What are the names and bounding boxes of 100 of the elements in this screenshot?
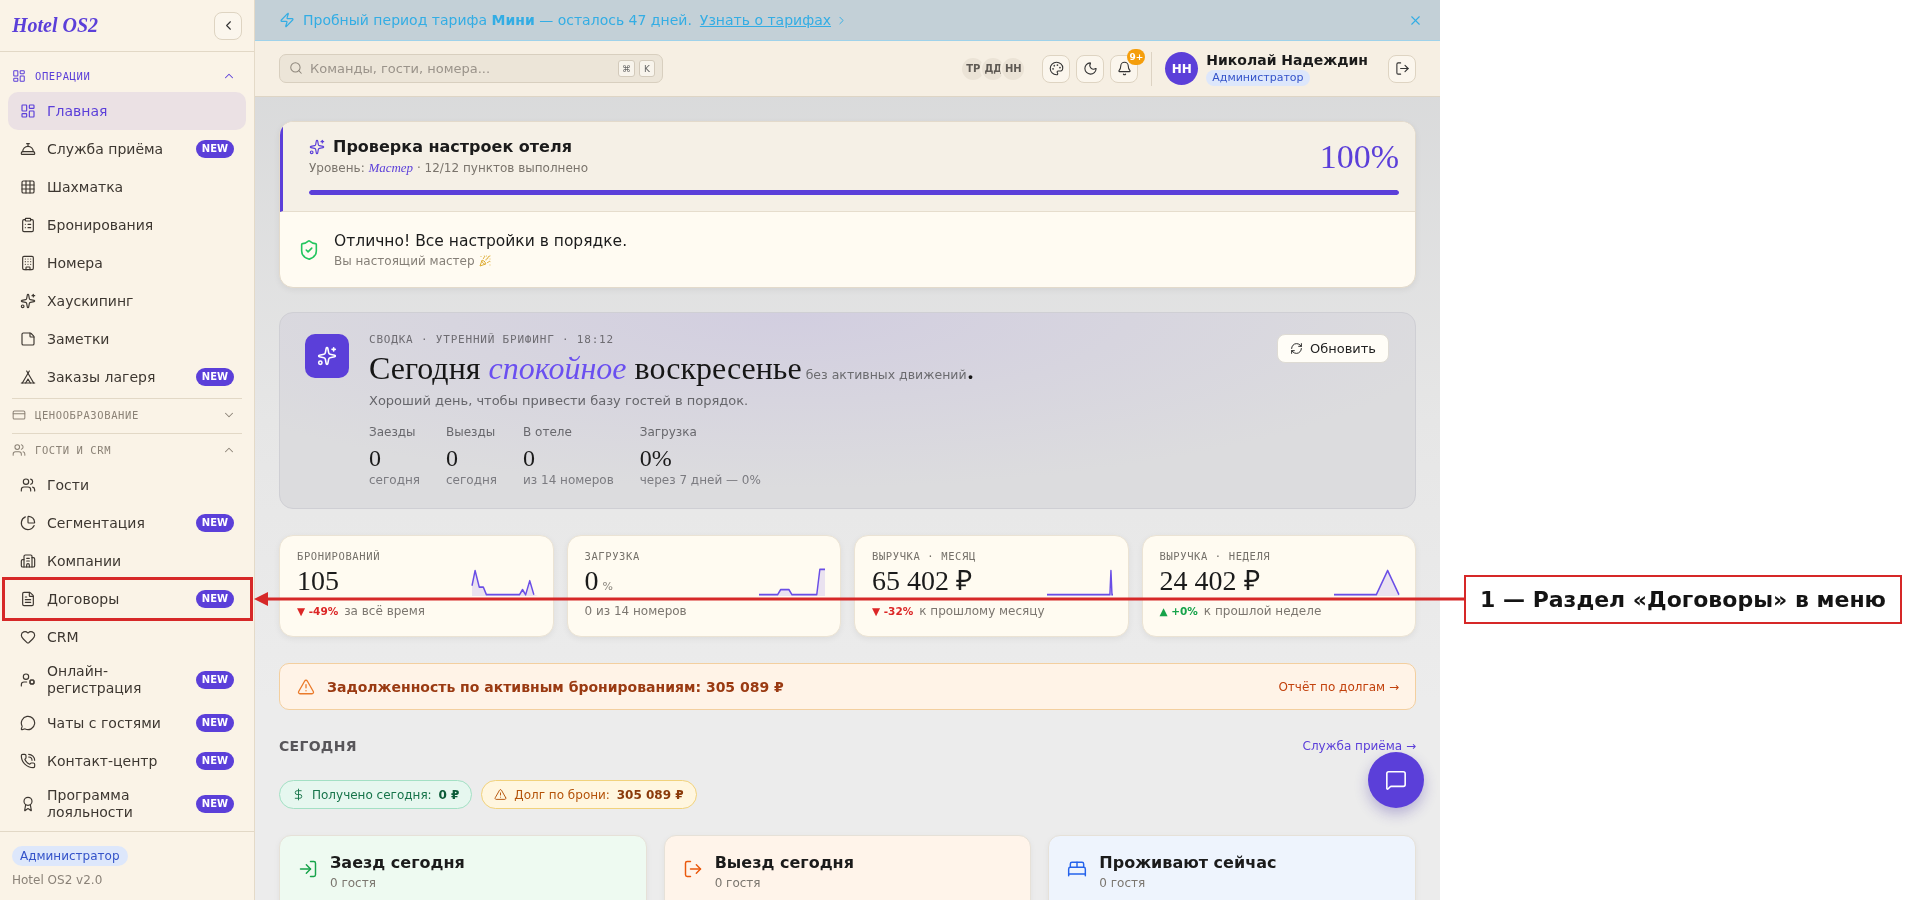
setup-title: Проверка настроек отеля [333, 137, 572, 157]
new-badge: NEW [195, 795, 234, 813]
logout-icon [1394, 61, 1410, 76]
summary-chip: Получено сегодня: 0 ₽ [279, 780, 473, 809]
shield-check-icon [298, 239, 320, 261]
shortcut-key: ⌘ [618, 60, 635, 77]
briefing-overline: СВОДКА · УТРЕННИЙ БРИФИНГ · 18:12 [369, 334, 614, 346]
trend-text: к прошлой неделе [1203, 603, 1322, 619]
trend-text: за всё время [344, 603, 425, 619]
table-grid-icon [20, 179, 36, 195]
new-badge: NEW [195, 514, 234, 532]
kpi-value: 24 402 ₽ [1159, 565, 1261, 597]
shortcut-key: K [639, 60, 655, 77]
search-icon [289, 61, 303, 75]
kpi-label: ВЫРУЧКА · НЕДЕЛЯ [1159, 549, 1271, 563]
nav-item[interactable]: CRM [8, 618, 246, 656]
sparkline [759, 568, 825, 596]
enter-icon [298, 859, 318, 879]
logout-button[interactable] [1388, 54, 1416, 83]
chat-icon [1385, 769, 1407, 791]
status-title: Отлично! Все настройки в порядке. [334, 231, 628, 251]
notification-badge: 9+ [1127, 48, 1146, 65]
credit-card-icon [12, 408, 26, 422]
stat-note: сегодня [369, 472, 420, 488]
sparkline [1334, 568, 1400, 596]
dollar-icon [292, 788, 305, 801]
building-icon [20, 255, 36, 271]
medal-icon [20, 796, 36, 812]
debt-text: Задолженность по активным бронированиям: 305 089 ₽ [327, 678, 785, 695]
nav-item[interactable]: Сегментация NEW [8, 504, 246, 542]
service-bell-icon [20, 141, 36, 157]
nav-item[interactable]: Программа лояльности NEW [8, 780, 246, 828]
chat-bubble-icon [20, 715, 36, 731]
stat-label: Загрузка [639, 424, 698, 440]
logo: Hotel OS2 [12, 14, 99, 37]
sparkline [471, 568, 538, 596]
palette-button[interactable] [1042, 54, 1071, 83]
section-header[interactable]: ОПЕРАЦИИ [0, 60, 254, 92]
kpi-value: 0% [584, 565, 614, 597]
office-building-icon [20, 553, 36, 569]
stat-note: сегодня [446, 472, 497, 488]
nav-item[interactable]: Служба приёма NEW [8, 130, 246, 168]
summary-chip: Долг по брони: 305 089 ₽ [481, 780, 697, 809]
annotation-label: 1 — Раздел «Договоры» в меню [1464, 574, 1902, 624]
nav-item[interactable]: Чаты с гостями NEW [8, 704, 246, 742]
kpi-label: БРОНИРОВАНИЙ [297, 549, 381, 563]
stat-value: 0 [523, 444, 536, 472]
nav-item[interactable]: Бронирования [8, 206, 246, 244]
briefing-summary: Хороший день, чтобы привести базу гостей в порядок. [369, 392, 749, 410]
nav-item[interactable]: Номера [8, 244, 246, 282]
kpi-value: 105 [297, 565, 340, 597]
stat-note: через 7 дней — 0% [639, 472, 761, 488]
new-badge: NEW [195, 752, 234, 770]
nav-item[interactable]: Гости [8, 466, 246, 504]
layout-grid-icon [12, 69, 26, 83]
chat-button[interactable] [1368, 752, 1424, 808]
lightning-icon [279, 12, 295, 28]
stat-value: 0 [369, 444, 382, 472]
heart-icon [20, 629, 36, 645]
stat-note: из 14 номеров [523, 472, 614, 488]
refresh-button[interactable]: Обновить [1276, 334, 1389, 363]
users-icon [12, 443, 26, 457]
nav-item[interactable]: Заметки [8, 320, 246, 358]
trend-text: к прошлому месяцу [919, 603, 1045, 619]
front-desk-link[interactable]: Служба приёма → [1302, 739, 1416, 753]
trend-value: ▼ -32% [872, 605, 914, 617]
nav-item[interactable]: Договоры NEW [8, 580, 246, 618]
palette-icon [1048, 61, 1064, 76]
kpi-label: ЗАГРУЗКА [584, 549, 640, 563]
role-badge: Администратор [1206, 69, 1310, 86]
nav-item[interactable]: Главная [8, 92, 246, 130]
kpi-value: 65 402 ₽ [872, 565, 973, 597]
avatar: НН [1000, 55, 1027, 82]
exit-icon [682, 859, 703, 879]
refresh-icon [1289, 342, 1303, 355]
nav-item[interactable]: Шахматка [8, 168, 246, 206]
moon-icon [1082, 61, 1098, 76]
warning-icon [297, 677, 315, 696]
nav-item[interactable]: Заказы лагеря NEW [8, 358, 246, 396]
debt-report-link[interactable]: Отчёт по долгам → [1278, 679, 1399, 694]
user-gear-icon [20, 672, 36, 688]
briefing-headline: Сегодня спокойное воскресенье без активных движений. [369, 350, 975, 386]
card-subtitle: 0 гостя [1099, 875, 1147, 891]
trial-notice: Пробный период тарифа Мини — осталось 47 дней. [303, 12, 692, 28]
card-title: Выезд сегодня [714, 853, 854, 873]
stat-value: 0% [639, 444, 673, 472]
nav-item[interactable]: Контакт-центр NEW [8, 742, 246, 780]
card-subtitle: 0 гостя [330, 875, 377, 891]
stat-value: 0 [446, 444, 459, 472]
sparkles-icon [309, 139, 325, 155]
nav-item[interactable]: Компании [8, 542, 246, 580]
nav-item[interactable]: Онлайн-регистрация NEW [8, 656, 246, 704]
user-avatar: НН [1165, 52, 1199, 85]
document-icon [20, 591, 36, 607]
nav-item[interactable]: Хаускипинг [8, 282, 246, 320]
clipboard-icon [20, 217, 36, 233]
dark-mode-button[interactable] [1076, 54, 1105, 83]
card-subtitle: 0 гостя [714, 875, 762, 891]
card-title: Заезд сегодня [330, 853, 465, 873]
section-header[interactable]: ГОСТИ И CRM [0, 434, 254, 466]
